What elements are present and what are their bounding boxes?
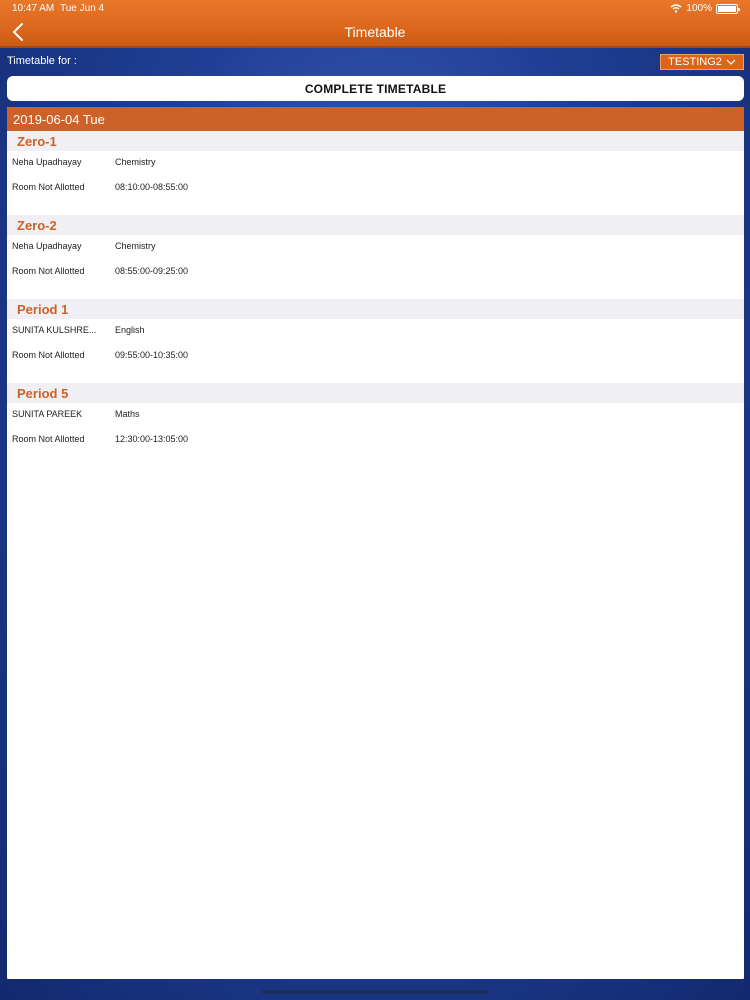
status-right: 100% [670, 3, 740, 14]
period-row-room: Room Not Allotted 08:55:00-09:25:00 [7, 260, 744, 285]
period-row-teacher: SUNITA KULSHRE... English [7, 319, 744, 344]
period-time: 08:55:00-09:25:00 [115, 266, 189, 276]
battery-percent: 100% [686, 3, 712, 14]
period-block: Period 5 SUNITA PAREEK Maths Room Not Allot… [7, 383, 744, 467]
home-indicator [262, 990, 488, 994]
status-time: 10:47 AM [12, 3, 55, 14]
period-row-teacher: SUNITA PAREEK Maths [7, 403, 744, 428]
period-time: 08:10:00-08:55:00 [115, 182, 189, 192]
period-time: 09:55:00-10:35:00 [115, 350, 189, 360]
period-name: Zero-1 [7, 131, 744, 151]
subject-name: Chemistry [115, 157, 156, 167]
battery-icon [716, 3, 740, 14]
timetable-panel: 2019-06-04 Tue Zero-1 Neha Upadhayay Chemi… [7, 107, 744, 979]
back-button[interactable] [8, 20, 28, 44]
period-row-room: Room Not Allotted 12:30:00-13:05:00 [7, 428, 744, 453]
period-row-room: Room Not Allotted 08:10:00-08:55:00 [7, 176, 744, 201]
timetable-for-label: Timetable for : [7, 55, 77, 67]
period-block: Zero-2 Neha Upadhayay Chemistry Room Not Al… [7, 215, 744, 299]
nav-bar: 10:47 AM Tue Jun 4 100% Timetable [0, 0, 750, 48]
subject-name: English [115, 325, 145, 335]
period-block: Period 1 SUNITA KULSHRE... English Room Not… [7, 299, 744, 383]
subject-name: Maths [115, 409, 140, 419]
period-block: Zero-1 Neha Upadhayay Chemistry Room Not Al… [7, 131, 744, 215]
room-label: Room Not Allotted [12, 350, 85, 360]
chevron-down-icon [726, 59, 736, 65]
subject-name: Chemistry [115, 241, 156, 251]
class-select-value: TESTING2 [668, 56, 722, 68]
period-time: 12:30:00-13:05:00 [115, 434, 189, 444]
room-label: Room Not Allotted [12, 434, 85, 444]
period-name: Period 1 [7, 299, 744, 319]
teacher-name: Neha Upadhayay [12, 157, 82, 167]
room-label: Room Not Allotted [12, 266, 85, 276]
teacher-name: Neha Upadhayay [12, 241, 82, 251]
period-row-teacher: Neha Upadhayay Chemistry [7, 235, 744, 260]
complete-timetable-button[interactable]: COMPLETE TIMETABLE [7, 76, 744, 101]
day-header: 2019-06-04 Tue [7, 107, 744, 131]
chevron-left-icon [13, 23, 23, 41]
wifi-icon [670, 4, 682, 13]
period-row-teacher: Neha Upadhayay Chemistry [7, 151, 744, 176]
period-list: Zero-1 Neha Upadhayay Chemistry Room Not Al… [7, 131, 744, 467]
period-row-room: Room Not Allotted 09:55:00-10:35:00 [7, 344, 744, 369]
class-select[interactable]: TESTING2 [660, 54, 744, 70]
teacher-name: SUNITA KULSHRE... [12, 325, 97, 335]
status-date: Tue Jun 4 [60, 3, 105, 14]
room-label: Room Not Allotted [12, 182, 85, 192]
battery-fill [718, 5, 736, 12]
period-name: Zero-2 [7, 215, 744, 235]
teacher-name: SUNITA PAREEK [12, 409, 83, 419]
page-title: Timetable [344, 24, 406, 40]
period-name: Period 5 [7, 383, 744, 403]
